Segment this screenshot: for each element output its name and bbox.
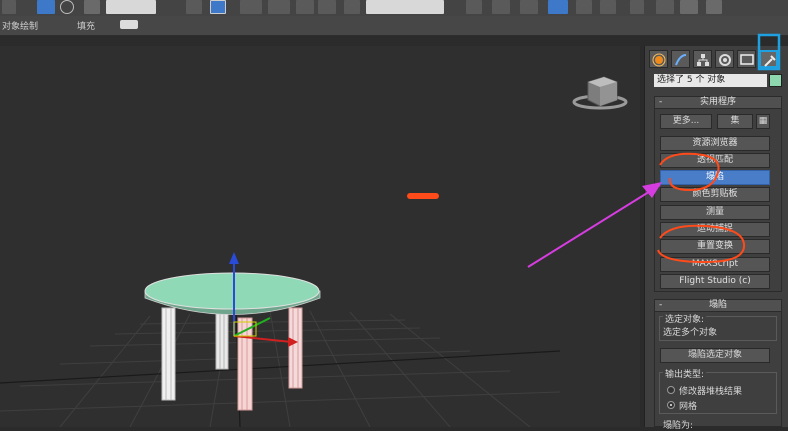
render-setup-icon[interactable] (656, 0, 674, 14)
motion-capture-button[interactable]: 运动捕捉 (660, 222, 770, 237)
asset-browser-button[interactable]: 资源浏览器 (660, 136, 770, 151)
table-leg-right[interactable] (288, 307, 303, 389)
output-type-label: 输出类型: (663, 367, 707, 380)
modifier-stack-label: 修改器堆栈结果 (679, 387, 743, 397)
named-selection-field[interactable] (106, 0, 156, 14)
material-editor-icon[interactable] (630, 0, 644, 14)
object-color-swatch[interactable] (769, 74, 782, 87)
main-toolbar (0, 0, 788, 17)
command-panel: 选择了 5 个 对象 - 实用程序 更多... 集 ▦ 资源浏览器 透视匹配 塌… (644, 46, 788, 431)
angle-snap-icon[interactable] (268, 0, 290, 14)
flight-studio-button[interactable]: Flight Studio (c) (660, 274, 770, 289)
render-production-icon[interactable] (706, 0, 722, 14)
edit-named-selection-icon[interactable] (344, 0, 360, 14)
tab-populate[interactable]: 填充 (77, 19, 95, 32)
collapse-minus-icon: - (659, 97, 663, 107)
table-leg-left[interactable] (161, 307, 176, 401)
view-cube-icon[interactable] (572, 76, 628, 110)
layer-manager-icon[interactable] (520, 0, 538, 14)
select-and-move-icon[interactable] (186, 0, 202, 14)
tab-object-paint[interactable]: 对象绘制 (2, 19, 38, 32)
circle-select-icon[interactable] (60, 0, 74, 14)
tab-create[interactable] (649, 50, 668, 68)
spinner-snap-icon[interactable] (318, 0, 336, 14)
ribbon-toggle-icon[interactable] (120, 20, 138, 29)
select-region-icon[interactable] (84, 0, 100, 14)
selected-objects-value: 选定多个对象 (663, 328, 718, 338)
table-leg-back[interactable] (215, 310, 229, 370)
tab-utilities[interactable] (759, 50, 778, 68)
viewport-scene (0, 76, 628, 427)
collapse-to-label: 塌陷为: (663, 421, 694, 431)
perspective-viewport[interactable] (0, 46, 640, 427)
collapse-minus-icon: - (659, 300, 663, 310)
select-object-icon[interactable] (2, 0, 16, 14)
schematic-view-icon[interactable] (600, 0, 616, 14)
home-grid (0, 310, 561, 427)
tab-motion[interactable] (715, 50, 734, 68)
selected-objects-label: 选定对象: (663, 312, 707, 325)
maxscript-button[interactable]: MAXScript (660, 257, 770, 272)
reset-xform-button[interactable]: 重置变换 (660, 239, 770, 254)
utilities-rollout-header[interactable]: - 实用程序 (654, 96, 782, 109)
align-icon[interactable] (492, 0, 510, 14)
tab-display[interactable] (737, 50, 756, 68)
curve-editor-icon[interactable] (576, 0, 592, 14)
collapse-rollout-header[interactable]: - 塌陷 (654, 299, 782, 312)
color-clipboard-button[interactable]: 颜色剪贴板 (660, 187, 770, 202)
configure-sets-icon[interactable]: ▦ (756, 114, 770, 129)
radio-mesh[interactable] (667, 401, 675, 409)
collapse-title: 塌陷 (708, 300, 727, 310)
mirror-icon[interactable] (466, 0, 482, 14)
mesh-label: 网格 (679, 402, 698, 412)
select-and-scale-icon[interactable] (210, 0, 226, 14)
utilities-title: 实用程序 (699, 97, 736, 107)
ribbon-subbar: 对象绘制 填充 (0, 16, 788, 36)
rendered-frame-icon[interactable] (680, 0, 698, 14)
radio-modifier-stack[interactable] (667, 386, 675, 394)
measure-button[interactable]: 测量 (660, 205, 770, 220)
collapse-selected-button[interactable]: 塌陷选定对象 (660, 348, 770, 363)
named-selection-sets-field[interactable] (366, 0, 444, 14)
selection-name-field[interactable]: 选择了 5 个 对象 (654, 74, 767, 87)
percent-snap-icon[interactable] (296, 0, 314, 14)
perspective-match-button[interactable]: 透视匹配 (660, 153, 770, 168)
select-move-icon[interactable] (37, 0, 55, 14)
tab-modify[interactable] (671, 50, 690, 68)
tab-hierarchy[interactable] (693, 50, 712, 68)
collapse-button[interactable]: 塌陷 (660, 170, 770, 185)
scene-explorer-icon[interactable] (548, 0, 568, 14)
sets-button[interactable]: 集 (717, 114, 753, 129)
table-leg-front[interactable] (237, 317, 253, 411)
more-button[interactable]: 更多... (660, 114, 712, 129)
snap-toggle-icon[interactable] (240, 0, 262, 14)
